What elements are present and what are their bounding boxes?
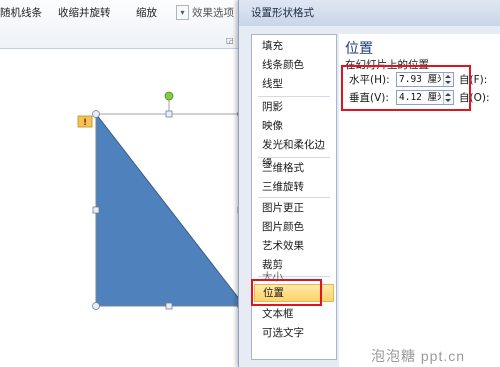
horizontal-from-label: 自(F):: [459, 74, 488, 86]
warning-badge-icon: !: [83, 118, 87, 128]
handle-bottom-left: [92, 302, 100, 310]
category-list: 填充 线条颜色 线型 阴影 映像 发光和柔化边缘 三维格式 三维旋转 图片更正 …: [251, 34, 337, 360]
nav-separator: [258, 96, 330, 97]
nav-item-fill[interactable]: 填充: [254, 37, 334, 55]
handle-bottom-mid: [165, 302, 173, 310]
nav-item-glow-soft-edges[interactable]: 发光和柔化边缘: [254, 136, 334, 169]
nav-item-text-box[interactable]: 文本框: [254, 305, 334, 323]
spin-up-icon[interactable]: [445, 93, 451, 96]
nav-item-picture-color[interactable]: 图片颜色: [254, 218, 334, 236]
handle-top-mid: [165, 110, 173, 118]
nav-item-3d-format[interactable]: 三维格式: [254, 159, 334, 177]
nav-item-alt-text[interactable]: 可选文字: [254, 324, 334, 342]
section-title: 位置: [345, 41, 373, 57]
nav-item-reflection[interactable]: 映像: [254, 117, 334, 135]
format-shape-dialog: 设置形状格式 填充 线条颜色 线型 阴影 映像 发光和柔化边缘 三维格式 三维旋…: [238, 0, 500, 367]
handle-mid-left: [92, 206, 100, 214]
spin-up-icon[interactable]: [445, 75, 451, 78]
horizontal-position-spinner[interactable]: [396, 72, 454, 87]
spin-down-icon[interactable]: [445, 99, 451, 102]
nav-item-artistic-effects[interactable]: 艺术效果: [254, 237, 334, 255]
vertical-spin-buttons[interactable]: [443, 91, 453, 104]
spin-down-icon[interactable]: [445, 81, 451, 84]
horizontal-label: 水平(H):: [349, 74, 390, 86]
nav-separator: [258, 197, 330, 198]
triangle-shape[interactable]: !: [0, 0, 250, 367]
horizontal-spin-buttons[interactable]: [443, 73, 453, 86]
vertical-position-spinner[interactable]: [396, 90, 454, 105]
handle-top-left: [92, 110, 100, 118]
nav-item-line-style[interactable]: 线型: [254, 75, 334, 93]
horizontal-position-input[interactable]: [399, 73, 441, 86]
triangle-fill: [95, 112, 241, 307]
nav-separator: [258, 157, 330, 158]
position-panel: 位置 在幻灯片上的位置 水平(H): 自(F): 垂直(V):: [339, 34, 500, 367]
position-on-slide-label: 在幻灯片上的位置: [345, 59, 429, 71]
nav-item-line-color[interactable]: 线条颜色: [254, 56, 334, 74]
nav-item-shadow[interactable]: 阴影: [254, 98, 334, 116]
vertical-label: 垂直(V):: [349, 92, 389, 104]
watermark: 泡泡糖 ppt.cn: [371, 348, 466, 364]
nav-item-position[interactable]: 位置: [254, 284, 334, 302]
vertical-from-label: 自(O):: [459, 92, 490, 104]
nav-item-picture-corrections[interactable]: 图片更正: [254, 199, 334, 217]
nav-item-3d-rotation[interactable]: 三维旋转: [254, 178, 334, 196]
rotation-handle: [164, 91, 174, 101]
vertical-position-input[interactable]: [399, 91, 441, 104]
dialog-title[interactable]: 设置形状格式: [239, 0, 500, 26]
